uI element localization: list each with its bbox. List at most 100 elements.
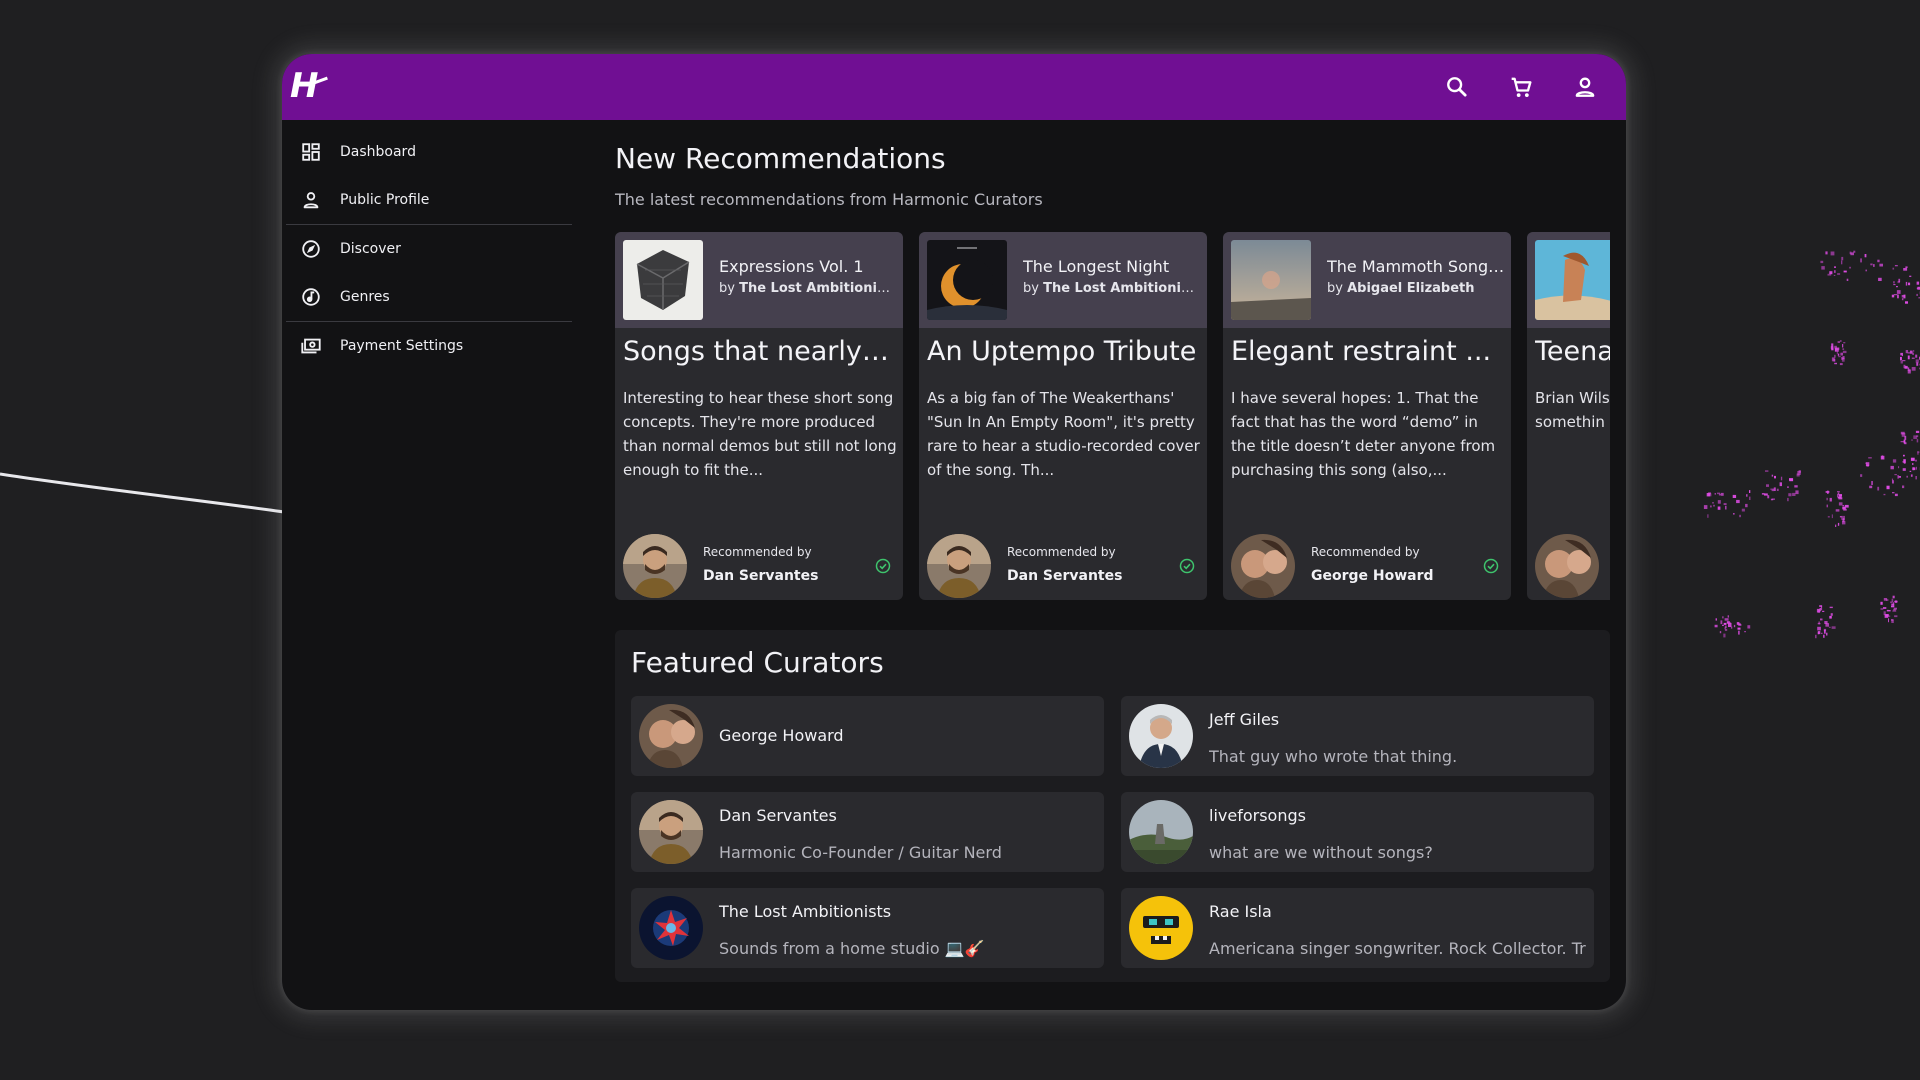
curator-item-dan-servantes[interactable]: Dan Servantes Harmonic Co-Founder / Guit…	[631, 792, 1104, 872]
confetti-speck	[1892, 610, 1897, 612]
confetti-speck	[1819, 608, 1821, 612]
recommendation-card[interactable]: The Longest Night by The Lost Ambitionis…	[919, 232, 1207, 600]
album-artist[interactable]: by Abigael Elizabeth	[1327, 281, 1505, 296]
confetti-speck	[1817, 626, 1821, 631]
card-footer: Recommended by Dan Servantes	[615, 528, 903, 600]
confetti-speck	[1846, 278, 1849, 281]
confetti-speck	[1841, 260, 1843, 265]
confetti-speck	[1837, 353, 1840, 356]
confetti-speck	[1886, 599, 1889, 601]
confetti-speck	[1820, 606, 1823, 611]
recommendation-card[interactable]: Expressions Vol. 1 by The Lost Ambitioni…	[615, 232, 903, 600]
curator-item-jeff-giles[interactable]: Jeff Giles That guy who wrote that thing…	[1121, 696, 1594, 776]
confetti-speck	[1779, 482, 1782, 487]
confetti-speck	[1815, 634, 1817, 639]
recommended-by-label: Recommended by	[1311, 545, 1420, 559]
curator-item-rae-isla[interactable]: Rae Isla Americana singer songwriter. Ro…	[1121, 888, 1594, 968]
confetti-speck	[1870, 263, 1873, 266]
album-title[interactable]: Expressions Vol. 1	[719, 257, 897, 276]
confetti-speck	[1871, 481, 1873, 485]
album-artist[interactable]: by The Lost Ambitionists	[1023, 281, 1201, 296]
confetti-speck	[1911, 439, 1913, 441]
confetti-speck	[1723, 622, 1727, 625]
curator-description: Harmonic Co-Founder / Guitar Nerd	[719, 843, 1002, 862]
confetti-speck	[1837, 493, 1839, 498]
confetti-speck	[1911, 367, 1916, 371]
search-icon[interactable]	[1443, 73, 1471, 101]
confetti-speck	[1915, 430, 1920, 433]
confetti-speck	[1893, 607, 1897, 610]
confetti-speck	[1907, 355, 1910, 360]
confetti-speck	[1771, 488, 1775, 492]
confetti-speck	[1860, 258, 1862, 263]
confetti-speck	[1826, 497, 1828, 501]
recommendation-title: Teena	[1535, 336, 1610, 367]
curator-name: Rae Isla	[1209, 902, 1272, 921]
person-icon	[300, 189, 322, 211]
harmonic-logo[interactable]: H	[290, 62, 330, 110]
confetti-speck	[1912, 463, 1914, 465]
confetti-speck	[1842, 356, 1845, 360]
confetti-speck	[1883, 607, 1887, 609]
curator-item-liveforsongs[interactable]: liveforsongs what are we without songs?	[1121, 792, 1594, 872]
curator-item-george-howard[interactable]: George Howard	[631, 696, 1104, 776]
confetti-speck	[1796, 473, 1800, 477]
curator-avatar	[1129, 800, 1193, 864]
curator-item-the-lost-ambitionists[interactable]: The Lost Ambitionists Sounds from a home…	[631, 888, 1104, 968]
curator-avatar[interactable]	[1231, 534, 1295, 598]
account-icon[interactable]	[1571, 73, 1599, 101]
curator-avatar[interactable]	[927, 534, 991, 598]
confetti-speck	[1770, 498, 1774, 501]
album-art	[1231, 240, 1311, 320]
confetti-speck	[1822, 610, 1825, 612]
curator-name: George Howard	[719, 726, 844, 745]
confetti-speck	[1838, 502, 1843, 506]
confetti-speck	[1891, 619, 1894, 623]
confetti-speck	[1830, 251, 1835, 256]
sidebar-item-label: Discover	[340, 241, 401, 257]
sidebar-item-discover[interactable]: Discover	[286, 225, 576, 273]
confetti-speck	[1843, 518, 1845, 521]
curator-name[interactable]: George Howard	[1311, 568, 1434, 584]
confetti-speck	[1898, 476, 1901, 478]
sidebar-item-dashboard[interactable]: Dashboard	[286, 128, 576, 176]
curator-name[interactable]: Dan Servantes	[703, 568, 818, 584]
confetti-speck	[1829, 271, 1833, 275]
confetti-speck	[1837, 522, 1840, 526]
confetti-speck	[1722, 616, 1724, 619]
confetti-speck	[1717, 506, 1721, 510]
recommendation-card[interactable]: Teena Brian Wils he (parap symphoni some…	[1527, 232, 1610, 600]
album-title[interactable]: The Longest Night	[1023, 257, 1201, 276]
confetti-speck	[1883, 493, 1886, 496]
confetti-speck	[1835, 509, 1840, 512]
confetti-speck	[1838, 497, 1843, 500]
curator-avatar[interactable]	[1535, 534, 1599, 598]
album-artist[interactable]: by The Lost Ambitionists	[719, 281, 897, 296]
recommendation-card[interactable]: The Mammoth Song Demo by Abigael Elizabe…	[1223, 232, 1511, 600]
curator-description: what are we without songs?	[1209, 843, 1433, 862]
confetti-speck	[1794, 485, 1798, 488]
sidebar-item-genres[interactable]: Genres	[286, 273, 576, 321]
confetti-speck	[1877, 259, 1880, 263]
confetti-speck	[1892, 602, 1895, 606]
confetti-speck	[1767, 495, 1770, 499]
curator-avatar[interactable]	[623, 534, 687, 598]
confetti-speck	[1908, 282, 1911, 286]
curator-name[interactable]: Dan Servantes	[1007, 568, 1122, 584]
confetti-speck	[1894, 615, 1898, 618]
confetti-speck	[1714, 624, 1718, 628]
confetti-speck	[1831, 514, 1833, 519]
confetti-speck	[1708, 493, 1712, 497]
by-label: by	[1327, 281, 1343, 296]
cart-icon[interactable]	[1507, 73, 1535, 101]
confetti-speck	[1849, 251, 1852, 255]
sidebar-item-public-profile[interactable]: Public Profile	[286, 176, 576, 224]
confetti-speck	[1894, 265, 1898, 267]
recommendation-carousel: Expressions Vol. 1 by The Lost Ambitioni…	[615, 232, 1610, 602]
sidebar-item-payment-settings[interactable]: Payment Settings	[286, 322, 576, 370]
album-title[interactable]: The Mammoth Song Demo	[1327, 257, 1505, 276]
confetti-speck	[1886, 610, 1891, 612]
confetti-speck	[1909, 470, 1912, 472]
confetti-speck	[1795, 490, 1799, 495]
app-window: H Dashboard Public Profile Discover Genr…	[282, 54, 1626, 1010]
